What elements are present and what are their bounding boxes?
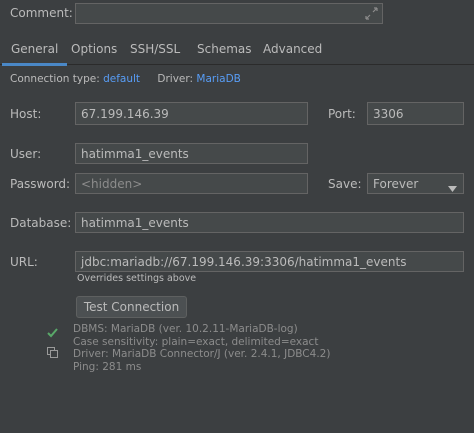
result-driver: Driver: MariaDB Connector/J (ver. 2.4.1,… [73, 348, 331, 360]
password-field[interactable]: <hidden> [75, 173, 308, 194]
result-case-sensitivity: Case sensitivity: plain=exact, delimited… [73, 335, 319, 348]
url-value: jdbc:mariadb://67.199.146.39:3306/hatimm… [81, 254, 407, 269]
copy-icon[interactable] [47, 347, 58, 361]
tab-options[interactable]: Options [62, 37, 126, 63]
tab-advanced[interactable]: Advanced [254, 37, 331, 63]
database-field[interactable]: hatimma1_events [75, 212, 464, 233]
connection-type-link[interactable]: default [103, 73, 140, 85]
checkmark-icon [47, 327, 58, 341]
result-ping: Ping: 281 ms [73, 360, 142, 373]
url-label: URL: [10, 255, 38, 269]
url-note: Overrides settings above [77, 273, 197, 284]
port-field[interactable]: 3306 [367, 102, 464, 125]
port-value: 3306 [373, 106, 404, 121]
driver-label: Driver: [157, 73, 194, 85]
comment-field[interactable] [75, 3, 383, 24]
password-placeholder: <hidden> [81, 176, 143, 191]
test-connection-button[interactable]: Test Connection [76, 296, 187, 318]
connection-type-label: Connection type: [10, 73, 100, 85]
url-field[interactable]: jdbc:mariadb://67.199.146.39:3306/hatimm… [75, 251, 464, 272]
user-value: hatimma1_events [81, 146, 189, 161]
host-field[interactable]: 67.199.146.39 [75, 102, 308, 125]
password-label: Password: [10, 177, 71, 191]
test-result: DBMS: MariaDB (ver. 10.2.11-MariaDB-log)… [73, 323, 330, 373]
driver-link[interactable]: MariaDB [196, 73, 240, 85]
user-field[interactable]: hatimma1_events [75, 143, 308, 164]
result-dbms: DBMS: MariaDB (ver. 10.2.11-MariaDB-log) [73, 323, 298, 335]
database-label: Database: [10, 216, 72, 230]
database-value: hatimma1_events [81, 215, 189, 230]
save-value: Forever [373, 176, 419, 191]
tab-schemas[interactable]: Schemas [188, 37, 261, 63]
port-label: Port: [328, 107, 356, 121]
tab-ssh-ssl[interactable]: SSH/SSL [121, 37, 189, 63]
host-label: Host: [10, 107, 42, 121]
save-label: Save: [328, 177, 362, 191]
dropdown-arrow-icon [448, 181, 457, 193]
tab-general[interactable]: General [2, 37, 68, 66]
save-select[interactable]: Forever [367, 173, 464, 194]
tab-bar: General Options SSH/SSL Schemas Advanced [0, 37, 474, 66]
comment-label: Comment: [10, 6, 73, 20]
host-value: 67.199.146.39 [81, 106, 169, 121]
connection-info: Connection type: default Driver: MariaDB [10, 73, 241, 85]
user-label: User: [10, 147, 42, 161]
expand-icon[interactable] [365, 7, 378, 23]
